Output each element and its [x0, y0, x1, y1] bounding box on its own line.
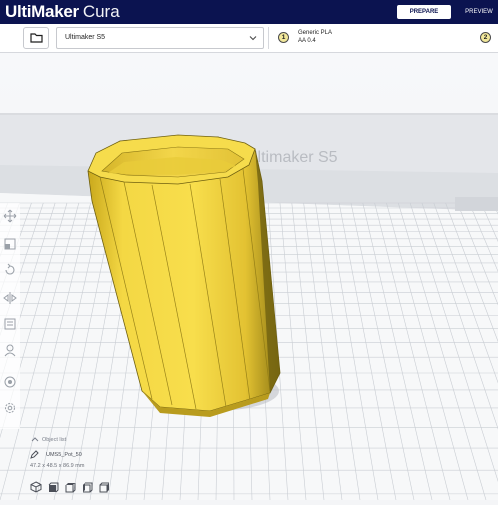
app-product: Cura [82, 2, 120, 21]
cube-front-icon [48, 482, 59, 493]
view-left-button[interactable] [81, 480, 93, 493]
folder-icon [30, 33, 43, 43]
machine-branding: Ultimaker S5 [246, 149, 338, 166]
support-blocker-button[interactable] [3, 343, 17, 357]
per-model-settings-button[interactable] [3, 317, 17, 331]
app-brand: UltiMaker [5, 2, 79, 21]
view-front-button[interactable] [47, 480, 59, 493]
material-selector[interactable]: 1 Generic PLA AA 0.4 2 [268, 27, 492, 49]
per-model-settings-icon [4, 318, 16, 330]
left-toolbar [0, 203, 20, 429]
top-header-bar: UltiMaker Cura PREPARE PREVIEW [0, 0, 498, 24]
nozzle-name: AA 0.4 [298, 38, 316, 44]
support-blocker-icon [4, 344, 16, 357]
move-icon [3, 209, 17, 223]
material-name: Generic PLA [298, 30, 333, 36]
cube-right-icon [99, 482, 109, 493]
object-dimensions: 47.2 x 48.5 x 86.9 mm [30, 463, 85, 469]
cube-left-icon [83, 482, 93, 493]
app-logo: UltiMaker Cura [5, 1, 120, 23]
open-file-button[interactable] [23, 27, 49, 49]
preview-stage-button[interactable]: PREVIEW [462, 5, 496, 19]
settings-button[interactable] [3, 401, 17, 415]
marketplace-icon [4, 376, 16, 388]
extruder-1-badge: 1 [278, 32, 289, 43]
marketplace-button[interactable] [3, 375, 17, 389]
chevron-up-icon[interactable] [31, 436, 39, 442]
mirror-tool-button[interactable] [3, 291, 17, 305]
object-name[interactable]: UMS5_Pot_50 [46, 452, 82, 458]
printer-selector[interactable]: Ultimaker S5 [56, 27, 264, 49]
mirror-icon [3, 292, 17, 304]
view-3d-button[interactable] [30, 480, 42, 493]
printer-name: Ultimaker S5 [65, 34, 106, 41]
prepare-stage-button[interactable]: PREPARE [397, 5, 451, 19]
chevron-down-icon [249, 36, 257, 41]
cube-icon [30, 481, 42, 493]
scale-icon [4, 238, 16, 250]
object-list-header[interactable]: Object list [42, 437, 66, 443]
view-right-button[interactable] [98, 480, 110, 493]
object-info-panel: Object list UMS5_Pot_50 47.2 x 48.5 x 86… [26, 434, 176, 498]
build-plate-scene[interactable]: Ultimaker S5 [0, 53, 498, 501]
rotate-tool-button[interactable] [3, 263, 17, 277]
extruder-2-badge: 2 [480, 32, 491, 43]
cube-top-icon [65, 483, 76, 493]
pencil-icon[interactable] [30, 450, 39, 459]
3d-viewport[interactable]: Ultimaker S5 Object list UMS5_Pot_50 47.… [0, 53, 498, 501]
gear-icon [5, 403, 15, 413]
move-tool-button[interactable] [3, 209, 17, 223]
scale-tool-button[interactable] [3, 237, 17, 251]
view-top-button[interactable] [64, 480, 76, 493]
rotate-icon [5, 263, 15, 275]
